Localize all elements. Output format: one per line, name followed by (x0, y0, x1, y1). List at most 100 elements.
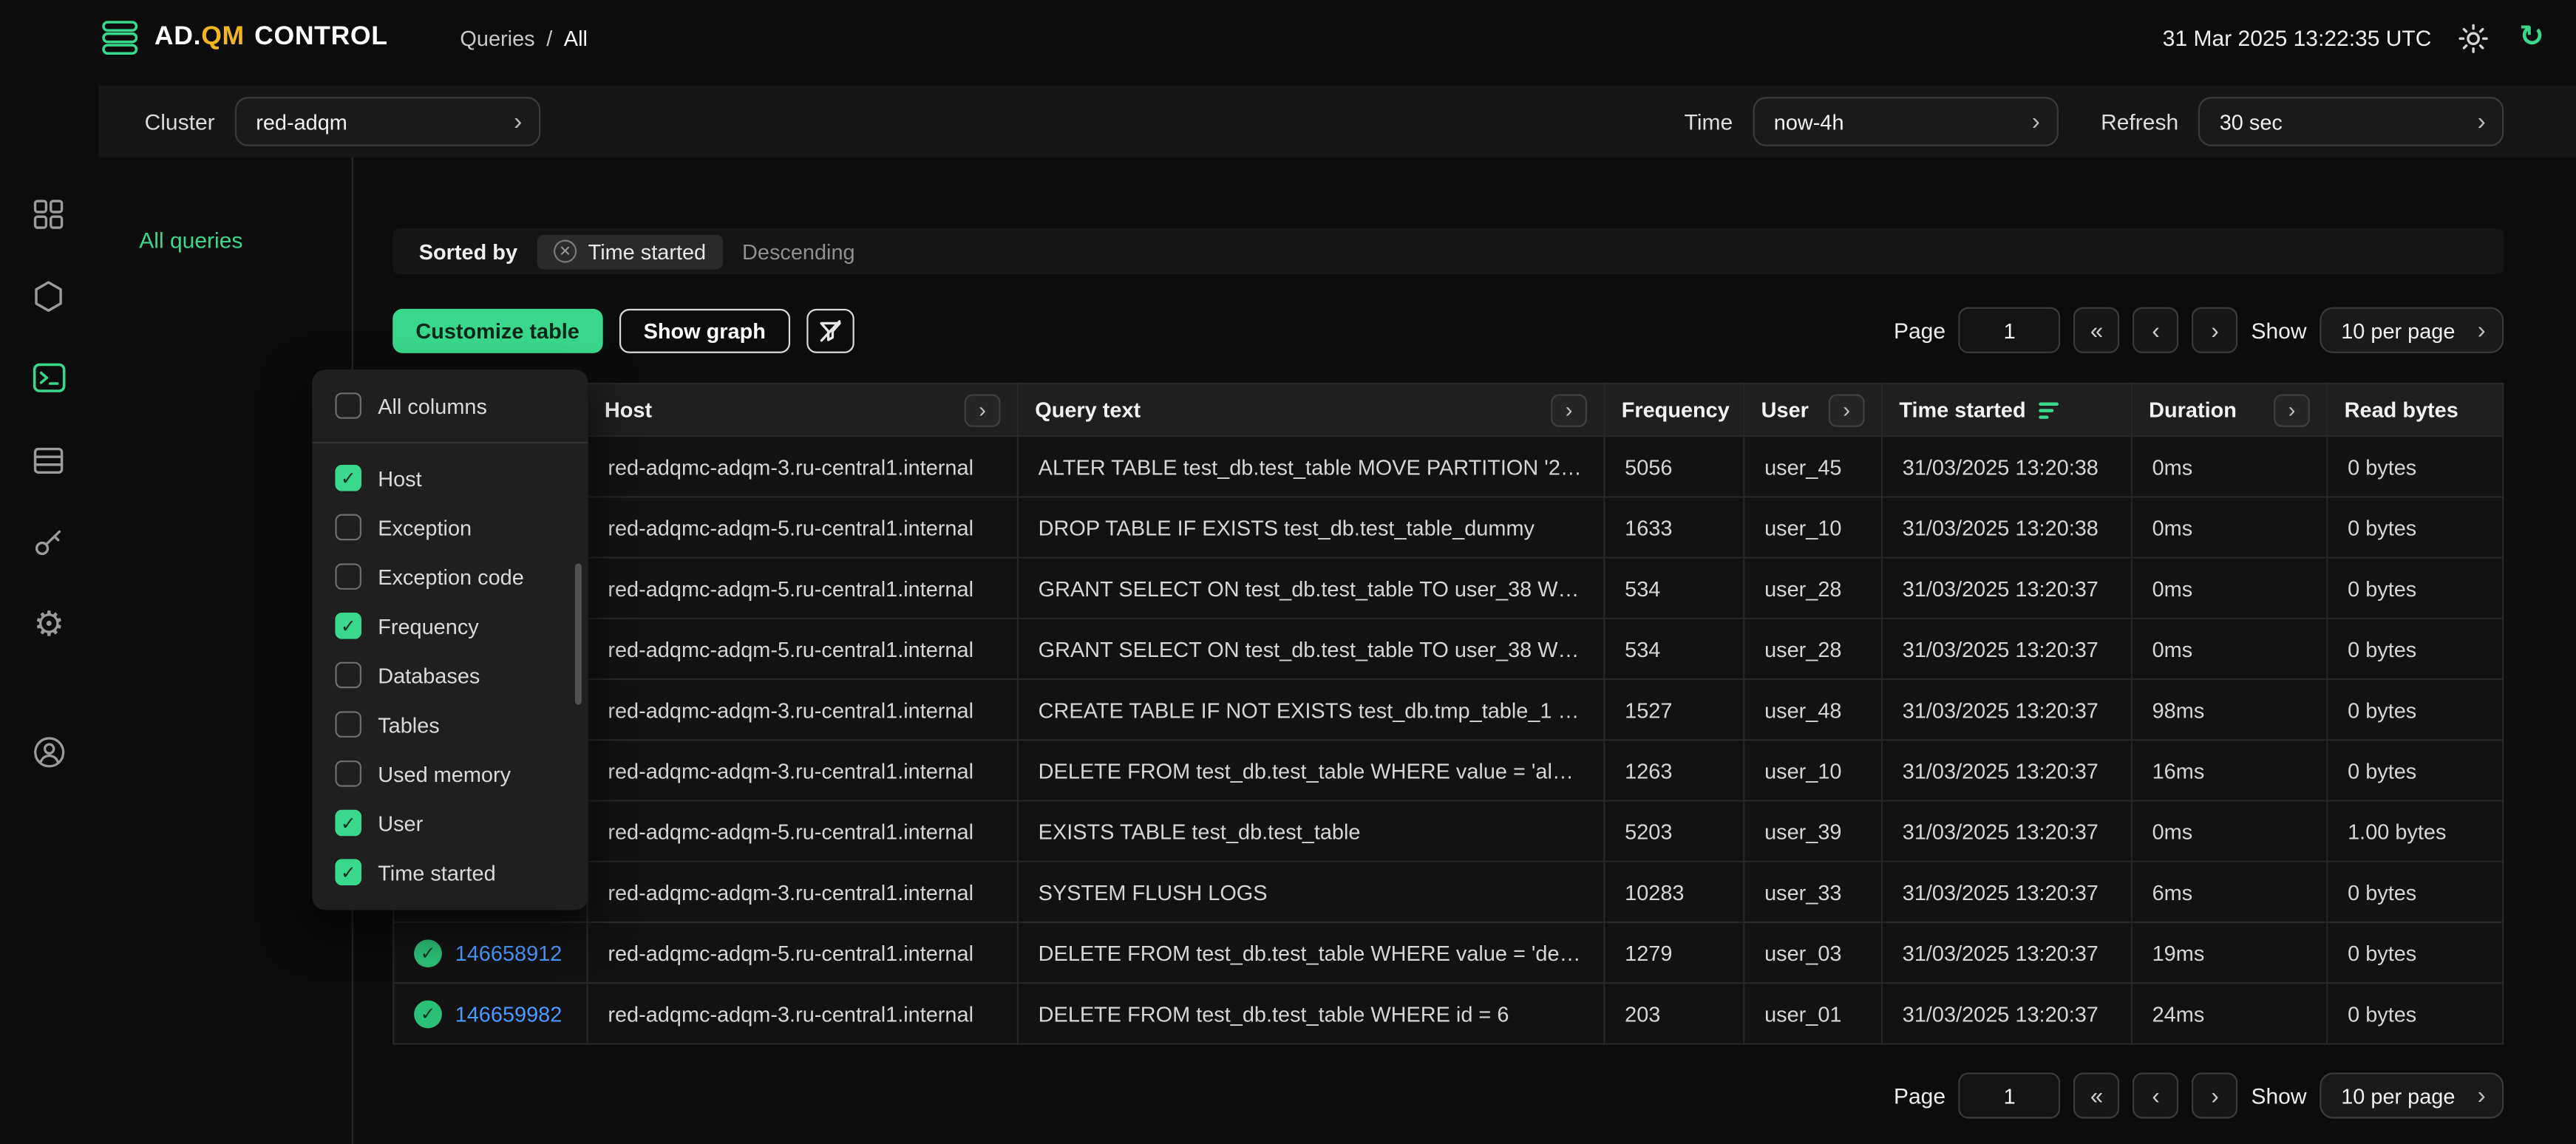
show-graph-button[interactable]: Show graph (619, 308, 790, 353)
dashboard-icon[interactable] (26, 191, 72, 236)
key-icon[interactable] (26, 519, 72, 565)
checkbox-unchecked[interactable] (335, 514, 361, 541)
dropdown-option-time-started[interactable]: ✓Time started (312, 848, 588, 897)
dropdown-option-host[interactable]: ✓Host (312, 453, 588, 503)
cell-read_bytes: 0 bytes (2327, 862, 2503, 922)
customize-table-button[interactable]: Customize table (392, 308, 602, 353)
dropdown-option-frequency[interactable]: ✓Frequency (312, 601, 588, 650)
checkbox-unchecked[interactable] (335, 711, 361, 738)
dropdown-option-tables[interactable]: Tables (312, 700, 588, 749)
chevron-left-icon: ‹ (2152, 317, 2159, 344)
dropdown-option-all-columns[interactable]: All columns (312, 379, 588, 432)
theme-toggle-button[interactable] (2455, 20, 2491, 56)
column-label-frequency: Frequency (1622, 398, 1730, 422)
dropdown-option-databases[interactable]: Databases (312, 650, 588, 700)
per-page-value: 10 per page (2341, 1083, 2455, 1108)
table-row[interactable]: red-adqmc-adqm-3.ru-central1.internalSYS… (393, 862, 2503, 922)
tables-icon[interactable] (26, 437, 72, 483)
cell-query: GRANT SELECT ON test_db.test_table TO us… (1018, 558, 1604, 619)
column-label-host: Host (605, 398, 652, 422)
sorted-by-label: Sorted by (419, 239, 517, 263)
clear-filters-button[interactable] (806, 308, 854, 353)
account-icon[interactable] (26, 729, 72, 775)
sort-desc-icon[interactable] (2039, 401, 2059, 418)
dropdown-option-used-memory[interactable]: Used memory (312, 749, 588, 799)
prev-page-button[interactable]: ‹ (2132, 307, 2178, 353)
column-menu-button-query[interactable]: › (1551, 393, 1587, 426)
query-id-link[interactable]: 146659982 (455, 1001, 563, 1026)
time-range-select[interactable]: now-4h › (1753, 97, 2058, 146)
gear-icon[interactable]: ⚙ (26, 601, 72, 647)
page-input[interactable] (1959, 307, 2061, 353)
table-row[interactable]: red-adqmc-adqm-3.ru-central1.internalCRE… (393, 679, 2503, 740)
chevron-right-icon: › (2016, 109, 2040, 134)
cluster-select[interactable]: red-adqm › (234, 97, 540, 146)
next-page-button[interactable]: › (2192, 307, 2237, 353)
table-row[interactable]: ✓146659982red-adqmc-adqm-3.ru-central1.i… (393, 983, 2503, 1043)
first-page-button[interactable]: « (2073, 1072, 2119, 1118)
logo-text: AD.QM CONTROL (154, 23, 388, 52)
option-label: Exception code (378, 564, 524, 588)
table-row[interactable]: ✓146658912red-adqmc-adqm-5.ru-central1.i… (393, 922, 2503, 983)
table-row[interactable]: red-adqmc-adqm-3.ru-central1.internalALT… (393, 436, 2503, 497)
cell-query: DELETE FROM test_db.test_table WHERE id … (1018, 983, 1604, 1043)
checkbox-checked[interactable]: ✓ (335, 465, 361, 491)
query-id-link[interactable]: 146658912 (455, 940, 563, 964)
current-datetime: 31 Mar 2025 13:22:35 UTC (2163, 25, 2432, 50)
dropdown-option-user[interactable]: ✓User (312, 798, 588, 848)
next-page-button[interactable]: › (2192, 1072, 2237, 1118)
cell-query: DELETE FROM test_db.test_table WHERE val… (1018, 740, 1604, 800)
remove-sort-icon[interactable]: ✕ (554, 239, 577, 262)
column-label-user: User (1761, 398, 1809, 422)
option-label: Used memory (378, 761, 511, 786)
first-page-button[interactable]: « (2073, 307, 2119, 353)
table-row[interactable]: red-adqmc-adqm-3.ru-central1.internalDEL… (393, 740, 2503, 800)
page-input[interactable] (1959, 1072, 2061, 1118)
hexagon-icon[interactable] (26, 273, 72, 319)
table-header-row: Host›Query text›FrequencyUser›Time start… (393, 384, 2503, 436)
checkbox-checked[interactable]: ✓ (335, 810, 361, 837)
column-menu-button-host[interactable]: › (965, 393, 1001, 426)
table-row[interactable]: red-adqmc-adqm-5.ru-central1.internalEXI… (393, 801, 2503, 862)
cell-host: red-adqmc-adqm-5.ru-central1.internal (588, 801, 1018, 862)
refresh-interval-select[interactable]: 30 sec › (2198, 97, 2504, 146)
query-history-button[interactable]: ↻ (2514, 20, 2550, 56)
checkbox-checked[interactable]: ✓ (335, 613, 361, 639)
per-page-select[interactable]: 10 per page › (2320, 1072, 2504, 1118)
prev-page-button[interactable]: ‹ (2132, 1072, 2178, 1118)
topbar-right: 31 Mar 2025 13:22:35 UTC ↻ (2163, 20, 2550, 56)
column-menu-button-user[interactable]: › (1829, 393, 1865, 426)
sort-field-chip[interactable]: ✕ Time started (537, 234, 723, 269)
nav-item-all-queries[interactable]: All queries (139, 228, 351, 253)
table-row[interactable]: red-adqmc-adqm-5.ru-central1.internalGRA… (393, 558, 2503, 619)
dropdown-option-exception-code[interactable]: Exception code (312, 552, 588, 602)
checkbox-unchecked[interactable] (335, 760, 361, 787)
cell-user: user_39 (1744, 801, 1882, 862)
per-page-select[interactable]: 10 per page › (2320, 307, 2504, 353)
cluster-label: Cluster (145, 109, 215, 134)
table-row[interactable]: red-adqmc-adqm-5.ru-central1.internalDRO… (393, 497, 2503, 557)
checkbox-unchecked[interactable] (335, 563, 361, 590)
cell-duration: 0ms (2132, 801, 2327, 862)
cell-host: red-adqmc-adqm-3.ru-central1.internal (588, 862, 1018, 922)
history-icon: ↻ (2519, 23, 2544, 52)
dropdown-option-exception[interactable]: Exception (312, 503, 588, 552)
dropdown-scrollbar[interactable] (575, 563, 582, 704)
table-toolbar: Customize table Show graph Page « ‹ › Sh… (392, 307, 2504, 353)
cell-duration: 6ms (2132, 862, 2327, 922)
show-label: Show (2251, 318, 2306, 342)
cell-host: red-adqmc-adqm-5.ru-central1.internal (588, 619, 1018, 679)
cell-time_started: 31/03/2025 13:20:38 (1882, 436, 2132, 497)
checkbox-unchecked[interactable] (335, 392, 361, 419)
checkbox-unchecked[interactable] (335, 662, 361, 689)
breadcrumb-page[interactable]: All (564, 25, 588, 50)
terminal-icon[interactable] (26, 355, 72, 401)
breadcrumb-section[interactable]: Queries (460, 25, 534, 50)
column-menu-button-duration[interactable]: › (2274, 393, 2310, 426)
cell-read_bytes: 0 bytes (2327, 740, 2503, 800)
cell-user: user_48 (1744, 679, 1882, 740)
checkbox-checked[interactable]: ✓ (335, 859, 361, 885)
cell-duration: 19ms (2132, 922, 2327, 983)
table-row[interactable]: red-adqmc-adqm-5.ru-central1.internalGRA… (393, 619, 2503, 679)
cell-frequency: 534 (1604, 558, 1744, 619)
